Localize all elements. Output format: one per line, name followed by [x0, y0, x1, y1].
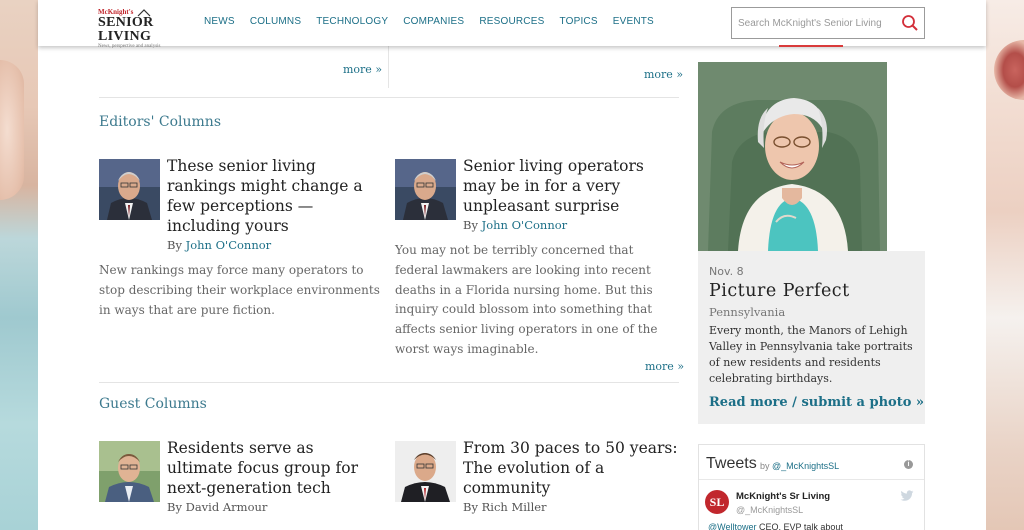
article-title[interactable]: These senior living rankings might chang… [167, 156, 383, 236]
search-box [731, 7, 925, 39]
nav-technology[interactable]: TECHNOLOGY [316, 16, 388, 27]
article-excerpt: You may not be terribly concerned that f… [395, 243, 658, 356]
logo-roof-icon [137, 9, 151, 17]
search-input[interactable] [738, 14, 896, 32]
tweet-text: @Welltower CEO, EVP talk about [708, 522, 843, 530]
author-link[interactable]: John O'Connor [186, 238, 272, 252]
background-face-detail [0, 60, 24, 200]
nav-topics[interactable]: TOPICS [559, 16, 597, 27]
search-icon[interactable] [901, 14, 919, 32]
section-title-editors[interactable]: Editors' Columns [99, 114, 221, 130]
author-photo[interactable] [99, 441, 160, 502]
article-title[interactable]: Senior living operators may be in for a … [463, 156, 679, 216]
header-accent-line [779, 45, 843, 47]
column-divider [388, 46, 389, 88]
submit-photo-link[interactable]: Read more / submit a photo » [709, 395, 924, 410]
tweets-divider [699, 479, 924, 480]
tweets-heading: Tweets [706, 455, 757, 472]
nav-resources[interactable]: RESOURCES [479, 16, 544, 27]
author-link[interactable]: John O'Connor [482, 218, 568, 232]
more-link[interactable]: more » [645, 360, 684, 373]
nav-news[interactable]: NEWS [204, 16, 235, 27]
article-byline: By John O'Connor [463, 218, 567, 232]
nav-events[interactable]: EVENTS [613, 16, 654, 27]
twitter-widget: Tweets by @_McKnightsSL i SL McKnight's … [698, 444, 925, 530]
picture-perfect-description: Every month, the Manors of Lehigh Valley… [709, 324, 913, 385]
twitter-bird-icon[interactable] [900, 490, 914, 502]
nav-columns[interactable]: COLUMNS [250, 16, 301, 27]
more-link[interactable]: more » [644, 68, 683, 81]
background-photo-left [0, 0, 38, 530]
author-photo[interactable] [99, 159, 160, 220]
tweet-body: CEO, EVP talk about [756, 522, 843, 530]
author-photo[interactable] [395, 159, 456, 220]
info-icon[interactable]: i [904, 460, 913, 469]
tweets-by-handle[interactable]: @_McKnightsSL [772, 461, 839, 471]
tweet-account-handle[interactable]: @_McKnightsSL [736, 505, 803, 515]
article-byline: By John O'Connor [167, 238, 271, 252]
section-divider [99, 97, 679, 98]
tweets-by-prefix: by [760, 461, 773, 471]
byline-prefix: By [463, 218, 482, 232]
picture-perfect-photo[interactable] [698, 62, 887, 251]
article-title[interactable]: Residents serve as ultimate focus group … [167, 438, 383, 498]
logo-line2: SENIOR LIVING [98, 15, 154, 44]
site-header: McKnight's SENIOR LIVING News, perspecti… [38, 0, 986, 50]
article-title[interactable]: From 30 paces to 50 years: The evolution… [463, 438, 679, 498]
main-nav: NEWS COLUMNS TECHNOLOGY COMPANIES RESOUR… [204, 16, 669, 27]
tweets-by-line: by @_McKnightsSL [760, 461, 839, 471]
tweet-mention[interactable]: @Welltower [708, 522, 756, 530]
picture-perfect-title[interactable]: Picture Perfect [709, 281, 850, 301]
site-logo[interactable]: McKnight's SENIOR LIVING News, perspecti… [98, 9, 198, 50]
background-photo-right [986, 0, 1024, 530]
picture-perfect-location: Pennsylvania [709, 305, 786, 319]
article-byline: By Rich Miller [463, 500, 547, 514]
picture-perfect-date: Nov. 8 [709, 265, 744, 278]
author-photo[interactable] [395, 441, 456, 502]
section-divider [99, 382, 679, 383]
section-title-guest[interactable]: Guest Columns [99, 396, 207, 412]
avatar[interactable]: SL [705, 490, 729, 514]
background-face-detail [994, 40, 1024, 100]
nav-companies[interactable]: COMPANIES [403, 16, 464, 27]
article-excerpt: New rankings may force many operators to… [99, 263, 380, 317]
article-byline: By David Armour [167, 500, 268, 514]
picture-perfect-card: Nov. 8 Picture Perfect Pennsylvania Ever… [698, 251, 925, 424]
logo-tagline: News, perspective and analysis [98, 44, 161, 49]
byline-prefix: By [167, 238, 186, 252]
more-link[interactable]: more » [343, 63, 382, 76]
tweet-account-name[interactable]: McKnight's Sr Living [736, 491, 830, 502]
